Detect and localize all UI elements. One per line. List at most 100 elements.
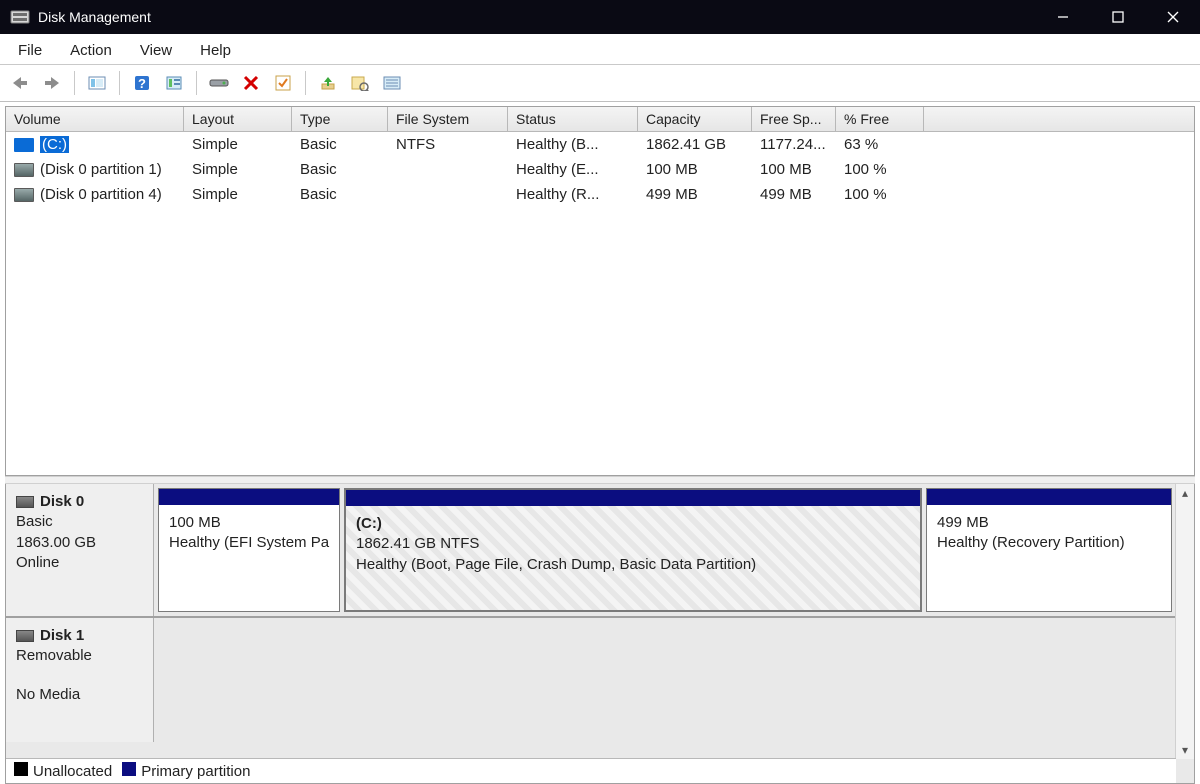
partition-size: 100 MB [169, 513, 329, 533]
forward-button[interactable] [38, 69, 66, 97]
disk-row: Disk 0 Basic 1863.00 GB Online 100 MB He… [6, 484, 1194, 618]
volume-list-pane: Volume Layout Type File System Status Ca… [5, 106, 1195, 476]
partition-status: Healthy (EFI System Pa [169, 533, 329, 553]
volume-status: Healthy (R... [508, 185, 638, 204]
properties-button[interactable] [160, 69, 188, 97]
upload-button[interactable] [314, 69, 342, 97]
menu-help[interactable]: Help [186, 40, 245, 61]
menu-action[interactable]: Action [56, 40, 126, 61]
volume-row[interactable]: (Disk 0 partition 1) Simple Basic Health… [6, 157, 1194, 182]
minimize-button[interactable] [1035, 0, 1090, 34]
show-hide-tree-button[interactable] [83, 69, 111, 97]
disk-type: Basic [16, 512, 143, 532]
volume-fs: NTFS [388, 135, 508, 154]
disk-row: Disk 1 Removable No Media [6, 618, 1194, 742]
partition-status: Healthy (Recovery Partition) [937, 533, 1161, 553]
list-view-button[interactable] [346, 69, 374, 97]
partition-name: (C:) [356, 514, 910, 534]
legend-swatch-unallocated [14, 762, 28, 776]
check-button[interactable] [269, 69, 297, 97]
toolbar-separator [74, 71, 75, 95]
window-title: Disk Management [38, 9, 1035, 25]
pane-splitter[interactable] [5, 476, 1195, 484]
partition-size: 1862.41 GB NTFS [356, 534, 910, 554]
help-button[interactable]: ? [128, 69, 156, 97]
volume-status: Healthy (E... [508, 160, 638, 179]
titlebar: Disk Management [0, 0, 1200, 34]
col-volume[interactable]: Volume [6, 107, 184, 131]
list-view-icon [351, 75, 369, 91]
volume-free: 1177.24... [752, 135, 836, 154]
volume-capacity: 499 MB [638, 185, 752, 204]
close-button[interactable] [1145, 0, 1200, 34]
volume-free: 499 MB [752, 185, 836, 204]
forward-arrow-icon [43, 75, 61, 91]
disk-info[interactable]: Disk 1 Removable No Media [6, 618, 154, 742]
col-pctfree[interactable]: % Free [836, 107, 924, 131]
maximize-button[interactable] [1090, 0, 1145, 34]
disk-icon [16, 630, 34, 642]
disk-icon [16, 496, 34, 508]
disk-partitions: 100 MB Healthy (EFI System Pa (C:) 1862.… [154, 484, 1194, 616]
volume-fs [388, 194, 508, 196]
properties-icon [165, 75, 183, 91]
drive-icon [14, 188, 34, 202]
partition-header [159, 489, 339, 505]
volume-name: (Disk 0 partition 1) [40, 161, 162, 178]
vertical-scrollbar[interactable]: ▴ ▾ [1175, 484, 1194, 759]
volume-row[interactable]: (Disk 0 partition 4) Simple Basic Health… [6, 182, 1194, 207]
scroll-up-icon[interactable]: ▴ [1176, 484, 1194, 502]
rescan-icon [209, 76, 229, 90]
volume-pct: 100 % [836, 160, 924, 179]
delete-button[interactable] [237, 69, 265, 97]
toolbar-separator [119, 71, 120, 95]
rescan-button[interactable] [205, 69, 233, 97]
partition[interactable]: (C:) 1862.41 GB NTFS Healthy (Boot, Page… [344, 488, 922, 612]
col-freespace[interactable]: Free Sp... [752, 107, 836, 131]
disk-name-label: Disk 0 [40, 492, 84, 512]
col-type[interactable]: Type [292, 107, 388, 131]
delete-icon [243, 75, 259, 91]
menu-view[interactable]: View [126, 40, 186, 61]
toolbar-separator [305, 71, 306, 95]
col-layout[interactable]: Layout [184, 107, 292, 131]
volume-type: Basic [292, 135, 388, 154]
col-status[interactable]: Status [508, 107, 638, 131]
column-headers: Volume Layout Type File System Status Ca… [6, 107, 1194, 132]
toolbar-separator [196, 71, 197, 95]
check-icon [275, 75, 291, 91]
disk-state: No Media [16, 685, 143, 705]
volume-row[interactable]: (C:) Simple Basic NTFS Healthy (B... 186… [6, 132, 1194, 157]
details-view-button[interactable] [378, 69, 406, 97]
back-button[interactable] [6, 69, 34, 97]
volume-free: 100 MB [752, 160, 836, 179]
volume-name: (Disk 0 partition 4) [40, 186, 162, 203]
partition[interactable]: 499 MB Healthy (Recovery Partition) [926, 488, 1172, 612]
toolbar: ? [0, 65, 1200, 102]
volume-pct: 63 % [836, 135, 924, 154]
col-capacity[interactable]: Capacity [638, 107, 752, 131]
disk-map-pane: Disk 0 Basic 1863.00 GB Online 100 MB He… [5, 484, 1195, 784]
col-filesystem[interactable]: File System [388, 107, 508, 131]
disk-info[interactable]: Disk 0 Basic 1863.00 GB Online [6, 484, 154, 616]
disk-size [16, 667, 143, 685]
disk-name-label: Disk 1 [40, 626, 84, 646]
partition-size: 499 MB [937, 513, 1161, 533]
volume-status: Healthy (B... [508, 135, 638, 154]
upload-icon [320, 75, 336, 91]
disk-partitions [154, 618, 1194, 742]
scroll-down-icon[interactable]: ▾ [1176, 741, 1194, 759]
legend: Unallocated Primary partition [6, 758, 1176, 783]
drive-icon [14, 138, 34, 152]
volume-fs [388, 169, 508, 171]
partition[interactable]: 100 MB Healthy (EFI System Pa [158, 488, 340, 612]
volume-layout: Simple [184, 185, 292, 204]
menu-file[interactable]: File [4, 40, 56, 61]
partition-header [346, 490, 920, 506]
disk-size: 1863.00 GB [16, 533, 143, 553]
partition-status: Healthy (Boot, Page File, Crash Dump, Ba… [356, 555, 910, 575]
app-icon [10, 8, 30, 26]
partition-header [927, 489, 1171, 505]
legend-swatch-primary [122, 762, 136, 776]
menubar: File Action View Help [0, 34, 1200, 65]
